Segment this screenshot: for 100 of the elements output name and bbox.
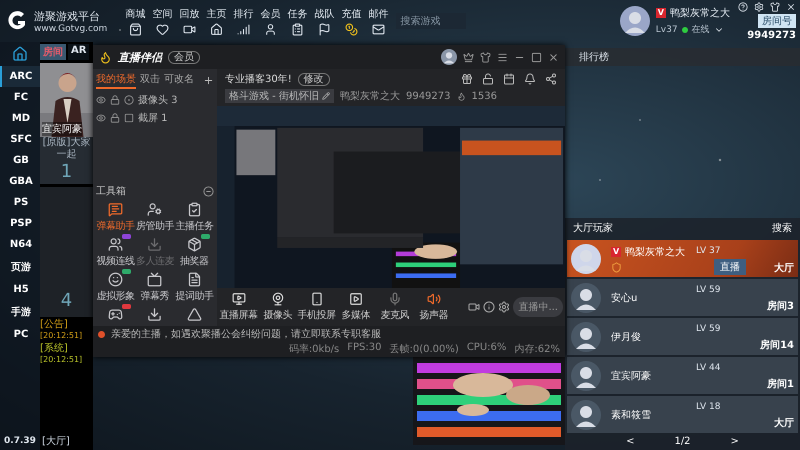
nav-item[interactable]: 任务 — [287, 6, 308, 36]
tool-item[interactable]: 主播任务 — [174, 202, 214, 233]
nav-item[interactable]: 商城 — [125, 6, 146, 36]
platform-tab[interactable]: GB — [0, 150, 40, 171]
lobby-tab[interactable]: AR — [68, 44, 90, 60]
platform-tab[interactable]: H5 — [0, 279, 40, 300]
player-location: 大厅 — [774, 262, 794, 276]
app-title: 游聚游戏平台 — [34, 8, 101, 24]
live-button[interactable]: 直播中... — [513, 297, 563, 317]
website-url: www.Gotvg.com — [34, 24, 108, 34]
player-level: LV 18 — [696, 401, 720, 412]
platform-tab[interactable]: MD — [0, 108, 40, 129]
platform-tab[interactable]: ARC — [0, 66, 40, 87]
nav-item[interactable]: 会员 — [260, 6, 280, 36]
player-level: LV 44 — [696, 362, 720, 373]
scene-tab[interactable]: 双击 — [140, 72, 160, 89]
live-button[interactable]: 直播 — [714, 259, 746, 275]
version-label: 0.7.39 — [3, 435, 37, 448]
nav-item[interactable]: 主页 — [206, 6, 226, 36]
vip-badge: V — [611, 247, 622, 257]
room-number: 1 — [60, 161, 72, 182]
platform-tab[interactable]: PS — [0, 192, 40, 213]
stream-title: 专业播客30年! — [225, 72, 292, 86]
scene-tab[interactable]: 我的场景 — [96, 72, 136, 89]
status-stat: 码率:0kb/s — [288, 342, 340, 356]
status-stat: 内存:62% — [514, 342, 560, 356]
category-button[interactable]: 格斗游戏 - 街机怀旧 — [225, 89, 334, 103]
capture-button[interactable]: 直播屏幕 — [219, 292, 258, 322]
tool-item[interactable]: 虚拟形象 — [96, 272, 136, 303]
room-number: 9949273 — [747, 30, 796, 40]
nav-item[interactable]: 战队 — [314, 6, 334, 36]
source-item[interactable]: 摄像头 3 — [138, 93, 178, 107]
nav-item[interactable]: 充值 — [341, 6, 362, 36]
status-stat: CPU:6% — [466, 342, 506, 355]
player-level: LV 37 — [696, 245, 720, 256]
panel-title: 大厅玩家 — [573, 222, 613, 235]
tool-item[interactable]: 视频连线 — [96, 237, 136, 268]
online-status: 在线 — [692, 24, 710, 36]
platform-tab[interactable]: FC — [0, 87, 40, 108]
capture-button[interactable]: 摄像头 — [258, 292, 297, 322]
previous-page[interactable]: < — [626, 436, 634, 447]
tool-item[interactable]: 提词助手 — [174, 272, 214, 303]
nav-item[interactable]: 回放 — [179, 6, 200, 36]
audio-button[interactable]: 麦克风 — [375, 292, 414, 322]
tool-item[interactable]: 弹幕秀 — [135, 272, 175, 303]
ranking-bar: 排行榜 — [565, 48, 800, 66]
nav-item[interactable]: 排行 — [233, 6, 254, 36]
room-number: 9949273 — [406, 90, 451, 102]
room-card[interactable]: 4 — [40, 187, 93, 317]
user-level: Lv37 — [656, 24, 678, 34]
player-level: LV 59 — [696, 284, 720, 295]
player-name: 宜宾阿豪 — [611, 370, 651, 382]
next-page[interactable]: > — [730, 436, 739, 447]
player-name: 伊月俊 — [611, 330, 641, 344]
player-location: 房间3 — [767, 299, 794, 314]
platform-tab[interactable]: N64 — [0, 234, 40, 255]
chat-message: [公告] [20:12:51] — [40, 319, 84, 341]
source-item[interactable]: 截屏 1 — [138, 111, 168, 125]
tool-item[interactable]: 抽奖器 — [174, 237, 214, 268]
platform-tab[interactable]: 手游 — [0, 300, 40, 324]
chat-message: [系统] [20:12:51] — [40, 343, 84, 365]
search-link[interactable]: 搜索 — [772, 221, 792, 235]
player-row[interactable]: 伊月俊 LV 59 房间14 — [567, 318, 798, 355]
vip-badge: V — [656, 8, 666, 18]
room-number: 4 — [60, 290, 72, 311]
player-level: LV 59 — [696, 323, 720, 334]
popularity-count: 1536 — [472, 90, 497, 102]
platform-tab[interactable]: 页游 — [0, 255, 40, 279]
nav-item[interactable]: 空间 — [152, 6, 172, 36]
player-location: 房间14 — [760, 338, 794, 353]
platform-tab[interactable]: SFC — [0, 129, 40, 150]
player-row[interactable]: V 鸭梨灰常之大 LV 37 直播 大厅 — [567, 240, 798, 277]
search-field[interactable]: 搜索游戏 — [396, 13, 466, 29]
channel-label: [大厅] — [41, 434, 71, 449]
platform-tab[interactable]: PSP — [0, 213, 40, 234]
notice-text: 亲爱的主播，如遇欢聚播公会纠纷问题，请立即联系专职客服 — [111, 328, 381, 341]
scene-tab[interactable]: 可改名 — [164, 72, 194, 89]
player-row[interactable]: 素和筱雪 LV 18 大厅 — [567, 396, 798, 433]
app-title: 直播伴侣 — [118, 50, 162, 64]
tool-item[interactable]: 房管助手 — [135, 202, 175, 233]
status-stat: 丢帧:0(0.00%) — [390, 342, 459, 356]
player-row[interactable]: 宜宾阿豪 LV 44 房间1 — [567, 357, 798, 394]
player-row[interactable]: 安心u LV 59 房间3 — [567, 279, 798, 316]
player-name: 素和筱雪 — [611, 408, 651, 422]
audio-button[interactable]: 扬声器 — [414, 292, 453, 322]
room-label: 房间号 — [758, 14, 796, 28]
tool-item[interactable]: 弹幕助手 — [96, 202, 136, 233]
room-title: [原版]大家一起 — [42, 137, 92, 161]
streamer-name: 鸭梨灰常之大 — [340, 90, 400, 103]
room-card[interactable]: 宜宾阿豪 [原版]大家一起 1 — [40, 63, 93, 184]
platform-tab[interactable]: PC — [0, 324, 40, 345]
platform-tab[interactable]: GBA — [0, 171, 40, 192]
player-name: 安心u — [611, 292, 638, 304]
nav-item[interactable]: 邮件 — [368, 6, 388, 36]
capture-button[interactable]: 多媒体 — [336, 292, 375, 322]
page-indicator: 1/2 — [674, 436, 691, 447]
toolbox-title: 工具箱 — [96, 185, 126, 198]
capture-button[interactable]: 手机投屏 — [297, 292, 336, 322]
edit-button[interactable]: 修改 — [298, 72, 330, 86]
member-button[interactable]: 会员 — [168, 50, 200, 64]
